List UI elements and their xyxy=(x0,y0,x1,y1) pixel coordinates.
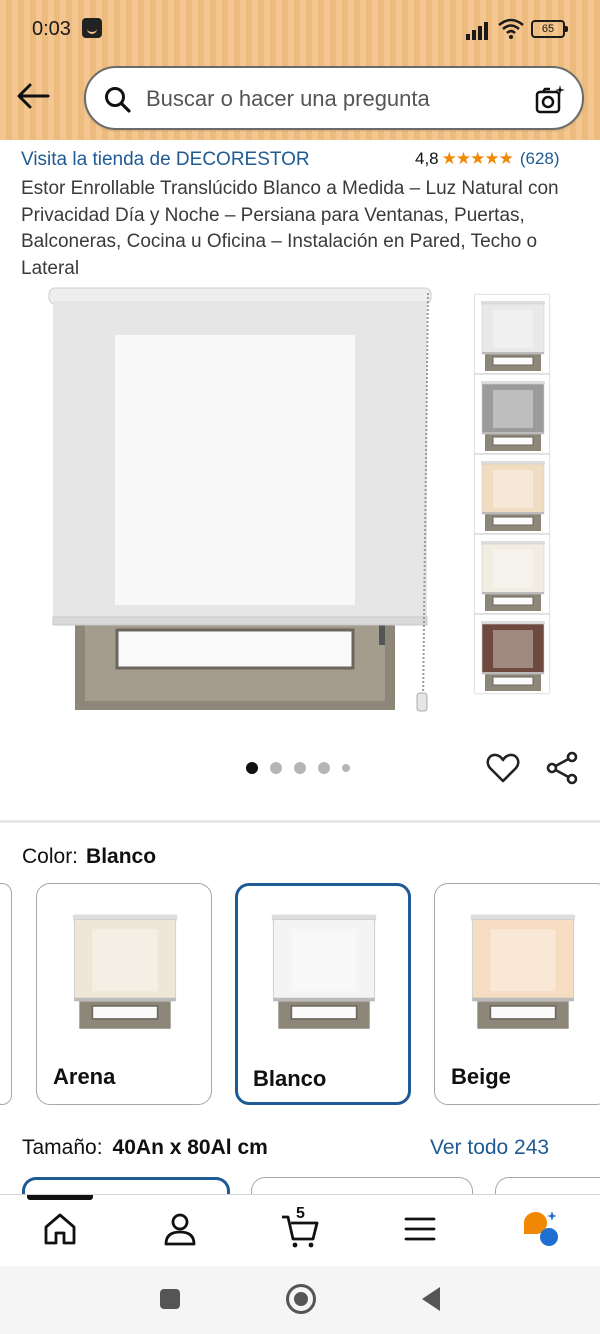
color-option-beige[interactable]: Beige xyxy=(434,883,600,1105)
selected-size: 40An x 80Al cm xyxy=(112,1136,268,1159)
color-label-text: Color: xyxy=(22,845,79,868)
share-icon[interactable] xyxy=(545,751,579,785)
bottom-nav: 5 xyxy=(0,1194,600,1266)
color-option-label: Arena xyxy=(53,1064,116,1089)
menu-icon[interactable] xyxy=(400,1209,440,1249)
thumbnail-3[interactable] xyxy=(474,454,550,534)
thumbnail-1[interactable] xyxy=(474,294,550,374)
color-option-label: Blanco xyxy=(253,1066,327,1091)
thumbnail-4[interactable] xyxy=(474,534,550,614)
camera-search-icon[interactable] xyxy=(534,84,566,116)
pager-dot xyxy=(294,762,306,774)
product-main-image[interactable] xyxy=(45,285,440,715)
pager-dot xyxy=(342,764,350,772)
color-option-image xyxy=(461,904,585,1036)
image-pager-dots xyxy=(246,762,350,774)
section-divider xyxy=(0,820,600,823)
search-icon xyxy=(105,87,131,113)
pager-dot xyxy=(246,762,258,774)
pager-dot xyxy=(270,762,282,774)
signal-icon xyxy=(466,18,492,40)
color-option-arena[interactable]: Arena xyxy=(36,883,212,1105)
search-input[interactable] xyxy=(146,84,526,114)
pager-dot xyxy=(318,762,330,774)
color-option-blanco[interactable]: Blanco xyxy=(235,883,411,1105)
color-label: Color: Blanco xyxy=(22,845,156,869)
wifi-icon xyxy=(498,18,524,39)
android-navigation-bar xyxy=(0,1266,600,1334)
recents-button[interactable] xyxy=(160,1289,180,1309)
battery-icon: 65 xyxy=(531,20,568,38)
color-option-label: Beige xyxy=(451,1064,511,1089)
store-link[interactable]: Visita la tienda de DECORESTOR xyxy=(21,149,310,171)
star-rating-icon: ★★★★★ xyxy=(441,149,514,168)
thumbnail-2[interactable] xyxy=(474,374,550,454)
selected-color: Blanco xyxy=(86,845,157,868)
color-swatch-partial[interactable] xyxy=(0,883,12,1105)
thumbnail-5[interactable] xyxy=(474,614,550,694)
rating-value: 4,8 xyxy=(415,149,439,168)
back-arrow-icon[interactable] xyxy=(14,78,52,114)
cart-button[interactable]: 5 xyxy=(280,1205,320,1249)
rufus-ai-icon[interactable] xyxy=(520,1209,560,1249)
status-bar: 0:03 65 xyxy=(0,0,600,60)
home-icon[interactable] xyxy=(40,1209,80,1249)
app-header: 0:03 65 xyxy=(0,0,600,140)
notification-app-icon xyxy=(82,18,102,38)
account-icon[interactable] xyxy=(160,1209,200,1249)
rating-count[interactable]: (628) xyxy=(520,149,560,169)
status-time: 0:03 xyxy=(32,18,71,40)
back-system-button[interactable] xyxy=(422,1287,440,1311)
color-option-image xyxy=(262,904,386,1036)
heart-icon[interactable] xyxy=(486,751,520,785)
size-label: Tamaño: 40An x 80Al cm xyxy=(22,1136,268,1160)
nav-active-indicator xyxy=(27,1195,93,1200)
thumbnail-strip xyxy=(474,294,552,694)
see-all-sizes-link[interactable]: Ver todo 243 xyxy=(430,1136,549,1160)
home-system-button[interactable] xyxy=(286,1284,316,1314)
color-option-image xyxy=(63,904,187,1036)
rating-summary[interactable]: 4,8 ★★★★★ (628) xyxy=(415,149,560,169)
cart-count-badge: 5 xyxy=(296,1205,305,1222)
size-label-text: Tamaño: xyxy=(22,1136,103,1159)
product-title: Estor Enrollable Translúcido Blanco a Me… xyxy=(21,178,559,279)
search-bar[interactable] xyxy=(84,66,584,130)
